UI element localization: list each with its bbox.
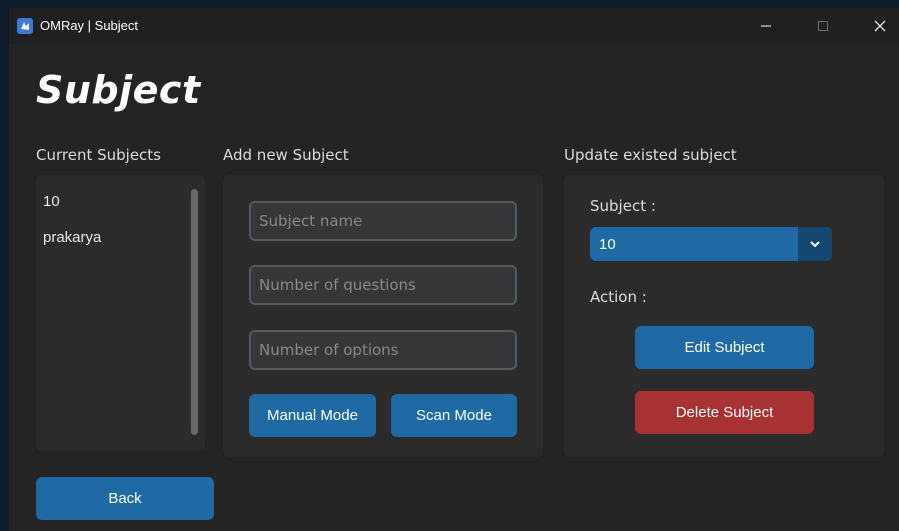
scan-mode-button[interactable]: Scan Mode — [391, 394, 517, 437]
app-window: OMRay | Subject Subject Current Subjects… — [9, 8, 899, 531]
maximize-icon — [818, 21, 828, 31]
subject-dropdown[interactable]: 10 — [590, 227, 832, 261]
add-subject-label: Add new Subject — [223, 146, 349, 164]
update-subject-label: Update existed subject — [564, 146, 737, 164]
minimize-button[interactable] — [744, 8, 788, 44]
manual-mode-button[interactable]: Manual Mode — [249, 394, 376, 437]
maximize-button[interactable] — [801, 8, 845, 44]
options-count-input[interactable] — [249, 330, 517, 370]
questions-count-input[interactable] — [249, 265, 517, 305]
update-subject-panel: Subject : 10 Action : Edit Subject Delet… — [564, 175, 884, 457]
chevron-down-icon — [810, 241, 820, 248]
dropdown-arrow[interactable] — [798, 227, 832, 261]
window-title: OMRay | Subject — [40, 18, 139, 33]
current-subjects-list: 10 prakarya — [36, 175, 205, 451]
edit-subject-button[interactable]: Edit Subject — [635, 326, 814, 369]
page-title: Subject — [36, 68, 201, 112]
list-item-subject-2[interactable]: prakarya — [43, 229, 101, 246]
delete-subject-button[interactable]: Delete Subject — [635, 391, 814, 434]
close-button[interactable] — [858, 8, 899, 44]
app-icon — [17, 18, 33, 34]
subject-name-input[interactable] — [249, 201, 517, 241]
list-scrollbar[interactable] — [191, 189, 198, 435]
action-label: Action : — [590, 288, 647, 306]
current-subjects-label: Current Subjects — [36, 146, 161, 164]
add-subject-panel: Manual Mode Scan Mode — [223, 175, 543, 457]
close-icon — [874, 20, 886, 32]
list-item-subject-1[interactable]: 10 — [43, 193, 60, 210]
minimize-icon — [761, 25, 771, 27]
subject-dropdown-value: 10 — [599, 236, 616, 253]
subject-select-label: Subject : — [590, 197, 656, 215]
back-button[interactable]: Back — [36, 477, 214, 520]
title-bar: OMRay | Subject — [9, 8, 899, 44]
